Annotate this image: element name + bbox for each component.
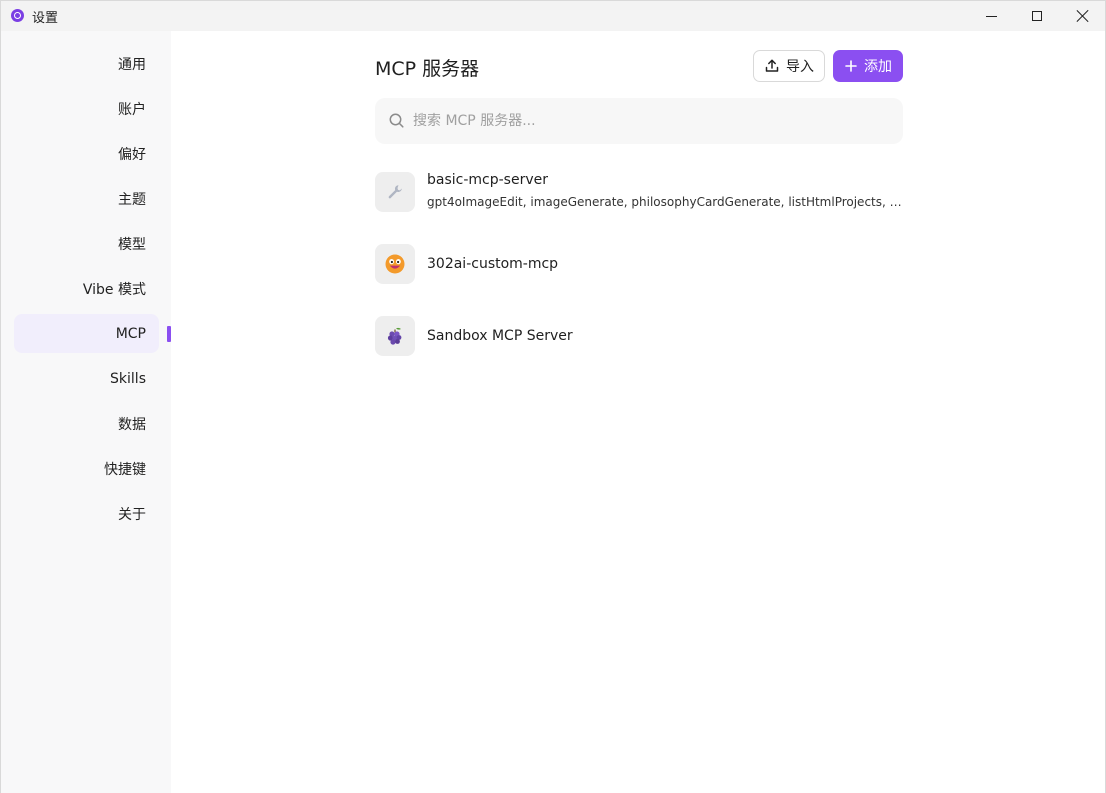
grapes-glyph — [387, 327, 402, 345]
plus-icon — [845, 60, 857, 72]
server-name: 302ai-custom-mcp — [427, 256, 559, 272]
page-title: MCP 服务器 — [375, 58, 480, 80]
close-icon — [1077, 10, 1089, 22]
import-button-label: 导入 — [786, 59, 814, 75]
search-input[interactable] — [413, 98, 893, 144]
minimize-icon — [985, 15, 997, 17]
sidebar-item-general[interactable]: 通用 — [14, 44, 159, 83]
wrench-glyph — [388, 185, 402, 199]
sidebar-item-theme[interactable]: 主题 — [14, 179, 159, 218]
window-title: 设置 — [32, 11, 59, 26]
sidebar-item-mcp[interactable]: MCP — [14, 314, 159, 353]
settings-window: 设置 通用 账户 偏好 主题 模型 Vibe 模式 MCP Skills 数据 … — [0, 0, 1106, 793]
server-item-basic-mcp-server[interactable]: basic-mcp-server gpt4oImageEdit, imageGe… — [375, 172, 903, 216]
add-server-button[interactable]: 添加 — [833, 50, 903, 82]
sidebar-item-skills[interactable]: Skills — [14, 359, 159, 398]
smiley-glyph — [385, 254, 405, 274]
app-logo-icon — [11, 9, 24, 22]
search-box — [375, 98, 903, 144]
smiley-face-icon — [375, 244, 415, 284]
upload-icon — [765, 59, 779, 72]
close-button[interactable] — [1060, 1, 1106, 31]
add-button-label: 添加 — [864, 59, 892, 75]
main-panel: MCP 服务器 导入 添加 basic-mcp- — [171, 31, 1105, 793]
server-name: basic-mcp-server — [427, 172, 548, 188]
sidebar-item-models[interactable]: 模型 — [14, 224, 159, 263]
server-name: Sandbox MCP Server — [427, 328, 573, 344]
settings-sidebar: 通用 账户 偏好 主题 模型 Vibe 模式 MCP Skills 数据 快捷键… — [1, 31, 171, 793]
maximize-icon — [1032, 11, 1042, 21]
maximize-button[interactable] — [1014, 1, 1060, 31]
sidebar-item-shortcuts[interactable]: 快捷键 — [14, 449, 159, 488]
sidebar-item-account[interactable]: 账户 — [14, 89, 159, 128]
sidebar-item-data[interactable]: 数据 — [14, 404, 159, 443]
grapes-icon — [375, 316, 415, 356]
server-item-302ai-custom-mcp[interactable]: 302ai-custom-mcp — [375, 244, 903, 288]
sidebar-item-about[interactable]: 关于 — [14, 494, 159, 533]
sidebar-item-preferences[interactable]: 偏好 — [14, 134, 159, 173]
title-bar: 设置 — [1, 1, 1105, 31]
import-button[interactable]: 导入 — [753, 50, 825, 82]
minimize-button[interactable] — [968, 1, 1014, 31]
sidebar-item-vibe-mode[interactable]: Vibe 模式 — [14, 269, 159, 308]
server-tools-list: gpt4oImageEdit, imageGenerate, philosoph… — [427, 195, 903, 209]
search-icon — [389, 113, 404, 128]
server-item-sandbox-mcp-server[interactable]: Sandbox MCP Server — [375, 316, 903, 360]
wrench-icon — [375, 172, 415, 212]
